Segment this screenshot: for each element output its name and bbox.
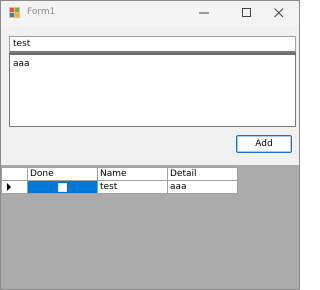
row-header[interactable] [1, 180, 28, 194]
column-header-detail[interactable]: Detail [167, 167, 238, 181]
name-input[interactable]: test [9, 36, 296, 53]
add-button[interactable]: Add [236, 135, 292, 153]
minimize-button[interactable] [182, 1, 228, 26]
column-header-done[interactable]: Done [27, 167, 98, 181]
close-button[interactable] [257, 1, 299, 26]
data-grid-view[interactable]: Done Name Detail test aaa [1, 165, 299, 289]
windows-form-icon [9, 7, 20, 18]
grid-corner-header[interactable] [1, 167, 28, 181]
done-cell[interactable] [27, 180, 98, 194]
form1-window: Form1 test aaa Add Done Name Detail test… [0, 0, 300, 290]
maximize-icon [242, 8, 251, 17]
window-title: Form1 [27, 7, 56, 17]
grid-table: Done Name Detail test aaa [1, 167, 238, 194]
minimize-icon [199, 12, 209, 14]
detail-textarea[interactable]: aaa [9, 53, 296, 127]
column-header-name[interactable]: Name [97, 167, 168, 181]
title-bar[interactable]: Form1 [1, 1, 299, 26]
table-row[interactable]: test aaa [1, 180, 238, 194]
name-cell[interactable]: test [97, 180, 168, 194]
row-pointer-icon [7, 183, 11, 191]
done-checkbox[interactable] [58, 182, 67, 192]
close-icon [274, 8, 284, 18]
grid-header-row: Done Name Detail [1, 167, 238, 181]
detail-cell[interactable]: aaa [167, 180, 238, 194]
